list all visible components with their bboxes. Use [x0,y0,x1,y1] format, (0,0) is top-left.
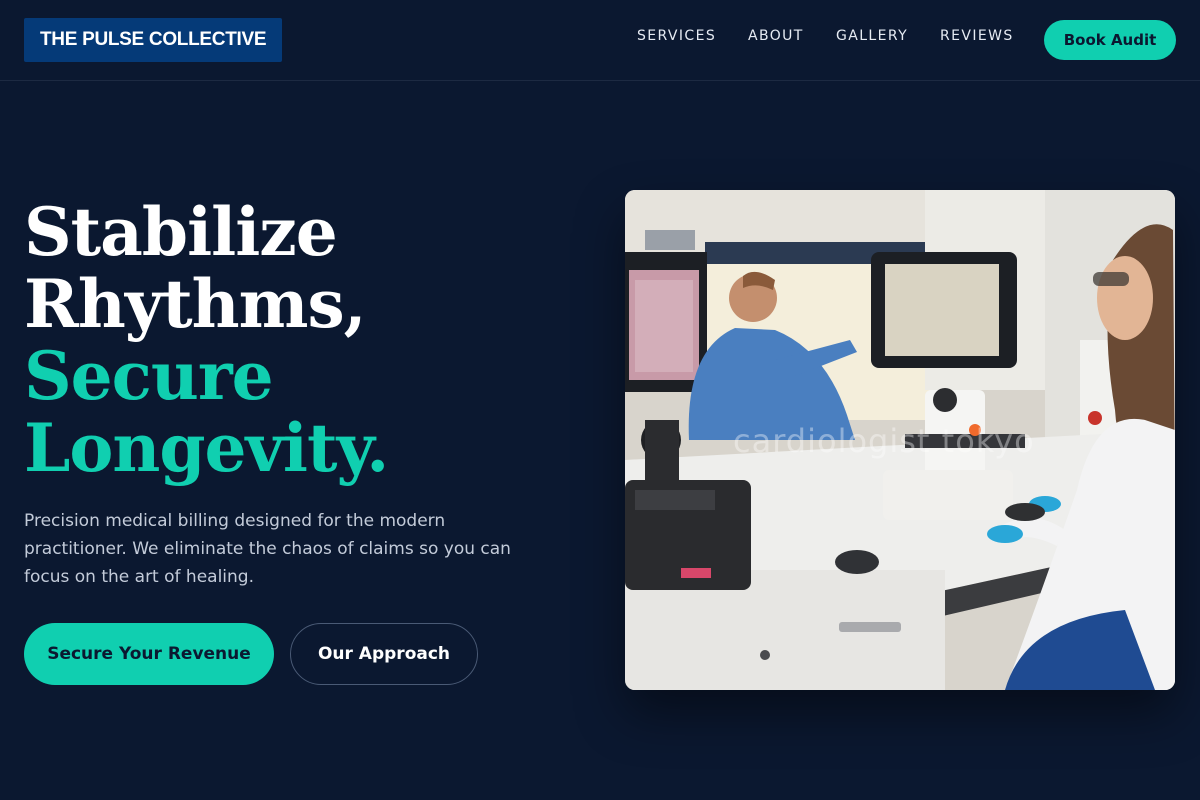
book-audit-button[interactable]: Book Audit [1044,20,1176,60]
nav-item-services[interactable]: SERVICES [637,28,716,44]
image-watermark: cardiologist tokyo [733,422,1035,460]
hero-lab-photo: cardiologist tokyo [625,190,1175,690]
nav-item-reviews[interactable]: REVIEWS [940,28,1014,44]
secure-revenue-button[interactable]: Secure Your Revenue [24,623,274,685]
headline-line-2: Rhythms, [24,265,367,343]
nav-item-gallery[interactable]: GALLERY [836,28,908,44]
hero-headline: Stabilize Rhythms, Secure Longevity. [24,196,544,484]
hero-description: Precision medical billing designed for t… [24,511,511,587]
headline-line-4: Longevity. [24,409,389,487]
headline-line-1: Stabilize [24,193,338,271]
site-header: THE PULSE COLLECTIVE SERVICES ABOUT GALL… [0,0,1200,81]
headline-line-3: Secure [24,337,274,415]
nav-item-about[interactable]: ABOUT [748,28,804,44]
our-approach-button[interactable]: Our Approach [290,623,478,685]
brand-logo[interactable]: THE PULSE COLLECTIVE [24,18,283,62]
